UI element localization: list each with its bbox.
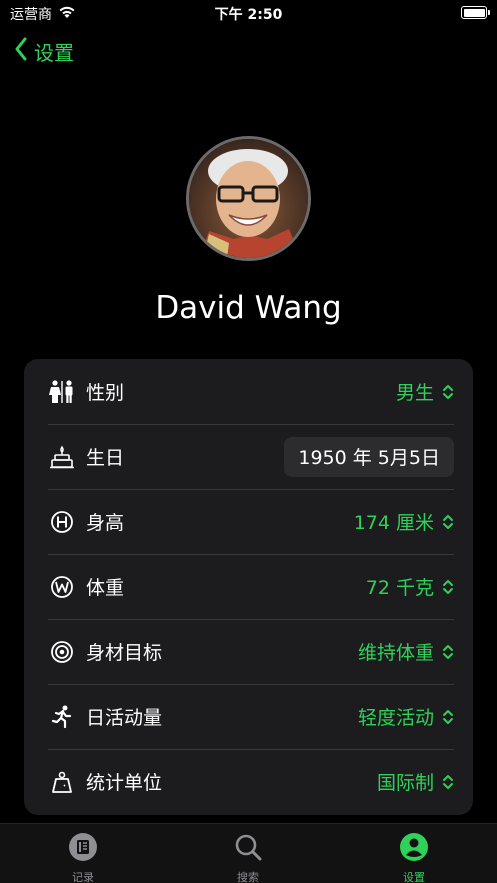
daily-activity-label: 日活动量 (86, 707, 163, 729)
profile-settings-card: 性别 男生 生日 1950 年 5月5日 身高 174 厘米 体重 72 千克 … (24, 359, 473, 815)
chevron-up-down-icon (442, 579, 454, 595)
gender-row[interactable]: 性别 男生 (48, 359, 454, 424)
height-value: 174 厘米 (354, 508, 454, 535)
height-row[interactable]: 身高 174 厘米 (48, 489, 454, 554)
journal-icon (68, 832, 98, 866)
body-goal-value: 维持体重 (358, 638, 454, 665)
gender-icon (48, 378, 76, 406)
body-goal-value-text: 维持体重 (357, 642, 434, 664)
chevron-up-down-icon (442, 644, 454, 660)
birthday-cake-icon (48, 443, 76, 471)
daily-activity-row[interactable]: 日活动量 轻度活动 (48, 684, 454, 749)
weight-w-icon (48, 573, 76, 601)
chevron-up-down-icon (442, 384, 454, 400)
weight-row[interactable]: 体重 72 千克 (48, 554, 454, 619)
tab-records-label: 记录 (72, 871, 94, 883)
height-h-icon (48, 508, 76, 536)
birthday-label: 生日 (86, 447, 125, 469)
back-label: 设置 (34, 40, 74, 65)
unit-system-row[interactable]: 统计单位 国际制 (48, 749, 454, 814)
daily-activity-value: 轻度活动 (358, 703, 454, 730)
avatar[interactable] (186, 136, 311, 261)
battery-icon (461, 6, 490, 19)
status-bar: 运营商 下午 2:50 (0, 0, 497, 26)
chevron-left-icon (14, 37, 28, 65)
target-icon (48, 638, 76, 666)
birthday-row[interactable]: 生日 1950 年 5月5日 (48, 424, 454, 489)
chevron-up-down-icon (442, 514, 454, 530)
tab-settings-label: 设置 (403, 871, 425, 883)
gender-label: 性别 (86, 382, 125, 404)
unit-system-value: 国际制 (377, 768, 454, 795)
birthday-date-picker[interactable]: 1950 年 5月5日 (284, 436, 454, 477)
tab-records[interactable]: 记录 (23, 832, 143, 883)
chevron-up-down-icon (442, 774, 454, 790)
back-button[interactable]: 设置 (14, 36, 74, 66)
tab-search[interactable]: 搜索 (188, 832, 308, 883)
height-value-text: 174 厘米 (353, 512, 434, 534)
search-icon (233, 832, 263, 866)
weight-value-text: 72 千克 (365, 577, 434, 599)
scale-weight-icon (48, 768, 76, 796)
weight-label: 体重 (86, 577, 125, 599)
avatar-photo (189, 139, 308, 258)
body-goal-row[interactable]: 身材目标 维持体重 (48, 619, 454, 684)
height-label: 身高 (86, 512, 125, 534)
tab-bar: 记录 搜索 设置 (0, 823, 497, 883)
running-person-icon (48, 703, 76, 731)
gender-value: 男生 (396, 378, 454, 405)
unit-system-value-text: 国际制 (376, 772, 434, 794)
user-name: David Wang (155, 290, 342, 326)
person-circle-icon (399, 832, 429, 866)
chevron-up-down-icon (442, 709, 454, 725)
body-goal-label: 身材目标 (86, 642, 163, 664)
status-time: 下午 2:50 (214, 7, 283, 23)
unit-system-label: 统计单位 (86, 772, 163, 794)
tab-search-label: 搜索 (237, 871, 259, 883)
weight-value: 72 千克 (366, 573, 454, 600)
tab-settings[interactable]: 设置 (354, 832, 474, 883)
daily-activity-value-text: 轻度活动 (357, 707, 434, 729)
gender-value-text: 男生 (395, 382, 434, 404)
